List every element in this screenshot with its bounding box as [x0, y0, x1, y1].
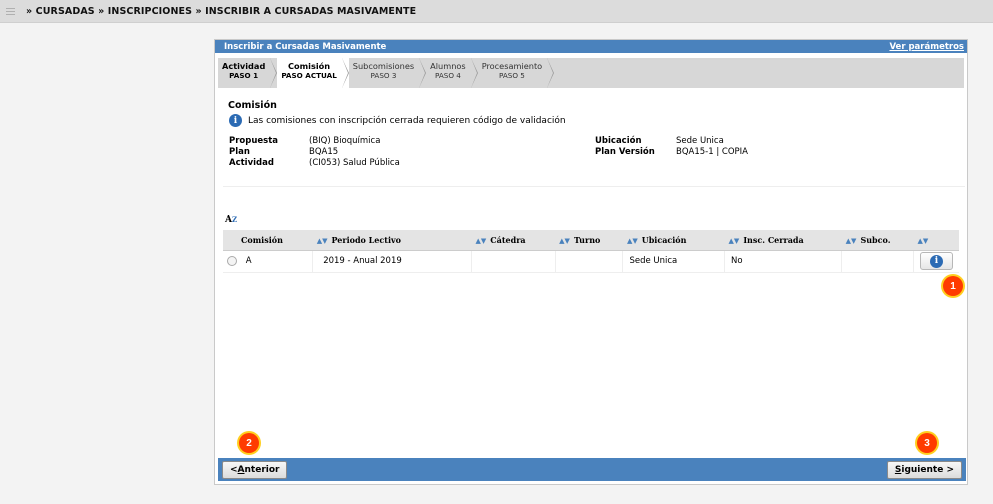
sort-arrows-icon: ▲▼ — [917, 235, 929, 245]
sort-az-icon[interactable]: AZ — [225, 215, 237, 225]
sort-arrows-icon: ▲▼ — [728, 235, 740, 245]
plan-version-value: BQA15-1 | COPIA — [676, 147, 748, 157]
divider — [223, 186, 965, 187]
col-ubicacion[interactable]: ▲▼ Ubicación — [622, 230, 725, 251]
step-procesamiento: Procesamiento PASO 5 — [478, 58, 555, 88]
callout-badge-3: 3 — [917, 433, 937, 453]
col-insc-cerrada[interactable]: ▲▼ Insc. Cerrada — [724, 230, 842, 251]
propuesta-value: (BIQ) Bioquímica — [309, 136, 381, 146]
step-comision: Comisión PASO ACTUAL — [277, 58, 350, 88]
sort-arrows-icon: ▲▼ — [475, 235, 487, 245]
wizard-steps: Actividad PASO 1 Comisión PASO ACTUAL Su… — [218, 58, 964, 88]
ubicacion-value: Sede Unica — [676, 136, 724, 146]
cell-turno — [555, 250, 624, 273]
plan-value: BQA15 — [309, 147, 339, 157]
comisiones-table: Comisión ▲▼ Periodo Lectivo ▲▼ Cátedra ▲▼ T… — [223, 230, 959, 273]
table-header-row: Comisión ▲▼ Periodo Lectivo ▲▼ Cátedra ▲▼ T… — [223, 230, 959, 251]
col-comision[interactable]: Comisión — [223, 230, 313, 251]
siguiente-button[interactable]: Siguiente > — [886, 460, 962, 479]
cell-comision: A — [223, 250, 314, 273]
notice: i Las comisiones con inscripción cerrada… — [229, 114, 965, 127]
ver-parametros-link[interactable]: Ver parámetros — [889, 42, 964, 52]
step-alumnos: Alumnos PASO 4 — [426, 58, 478, 88]
table-row[interactable]: A 2019 - Anual 2019 Sede Unica No i — [223, 250, 959, 273]
info-icon: i — [930, 254, 943, 268]
plan-version-label: Plan Versión — [595, 147, 655, 157]
anterior-button[interactable]: < Anterior — [222, 460, 288, 479]
footer-bar: < Anterior Siguiente > — [218, 458, 966, 481]
panel-header: Inscribir a Cursadas Masivamente Ver par… — [215, 40, 967, 53]
top-breadcrumb-bar: » CURSADAS » INSCRIPCIONES » INSCRIBIR A… — [0, 0, 993, 23]
callout-badge-2: 2 — [239, 433, 259, 453]
actividad-label: Actividad — [229, 158, 274, 168]
propuesta-label: Propuesta — [229, 136, 279, 146]
col-actions: ▲▼ — [913, 230, 959, 251]
cell-actions: i — [913, 250, 959, 273]
cell-catedra — [471, 250, 556, 273]
notice-text: Las comisiones con inscripción cerrada r… — [248, 115, 566, 126]
menu-icon[interactable] — [6, 7, 20, 15]
wizard-panel: Inscribir a Cursadas Masivamente Ver par… — [214, 39, 968, 485]
actividad-value: (CI053) Salud Pública — [309, 158, 400, 168]
ubicacion-label: Ubicación — [595, 136, 642, 146]
info-button[interactable]: i — [920, 252, 953, 270]
step-actividad[interactable]: Actividad PASO 1 — [218, 58, 278, 88]
callout-badge-1: 1 — [943, 276, 963, 296]
cell-periodo: 2019 - Anual 2019 — [312, 250, 472, 273]
comision-section: Comisión i Las comisiones con inscripció… — [223, 96, 965, 187]
cell-ubicacion: Sede Unica — [622, 250, 726, 273]
sort-arrows-icon: ▲▼ — [626, 235, 638, 245]
details-grid: Propuesta (BIQ) Bioquímica Ubicación Sed… — [229, 136, 965, 168]
sort-arrows-icon: ▲▼ — [845, 235, 857, 245]
cell-insc-cerrada: No — [724, 250, 843, 273]
panel-title: Inscribir a Cursadas Masivamente — [224, 41, 387, 52]
section-title: Comisión — [228, 100, 277, 111]
step-subcomisiones: Subcomisiones PASO 3 — [349, 58, 427, 88]
plan-label: Plan — [229, 147, 250, 157]
cell-subco — [841, 250, 914, 273]
sort-arrows-icon: ▲▼ — [559, 235, 570, 245]
info-icon: i — [229, 114, 242, 127]
col-subco[interactable]: ▲▼ Subco. — [841, 230, 914, 251]
col-turno[interactable]: ▲▼ Turno — [555, 230, 623, 251]
col-catedra[interactable]: ▲▼ Cátedra — [471, 230, 556, 251]
breadcrumb: » CURSADAS » INSCRIPCIONES » INSCRIBIR A… — [26, 5, 417, 17]
row-radio[interactable] — [227, 255, 237, 266]
col-periodo[interactable]: ▲▼ Periodo Lectivo — [312, 230, 472, 251]
sort-arrows-icon: ▲▼ — [316, 235, 328, 245]
